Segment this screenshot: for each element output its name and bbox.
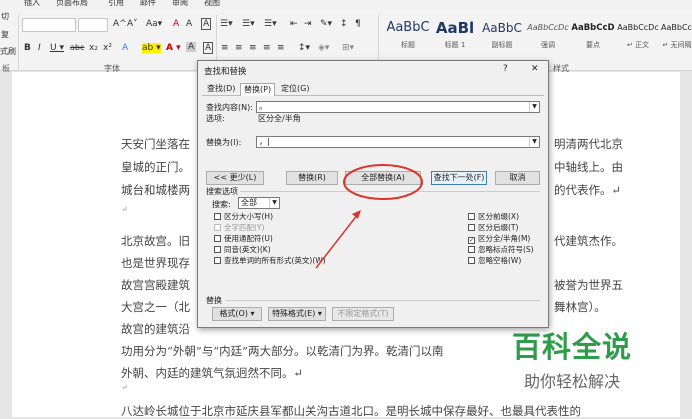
annotation-overlay [315, 164, 423, 269]
annotation-arrow [315, 213, 359, 269]
highlight-ellipse [343, 164, 423, 200]
arrow-head [352, 210, 361, 219]
